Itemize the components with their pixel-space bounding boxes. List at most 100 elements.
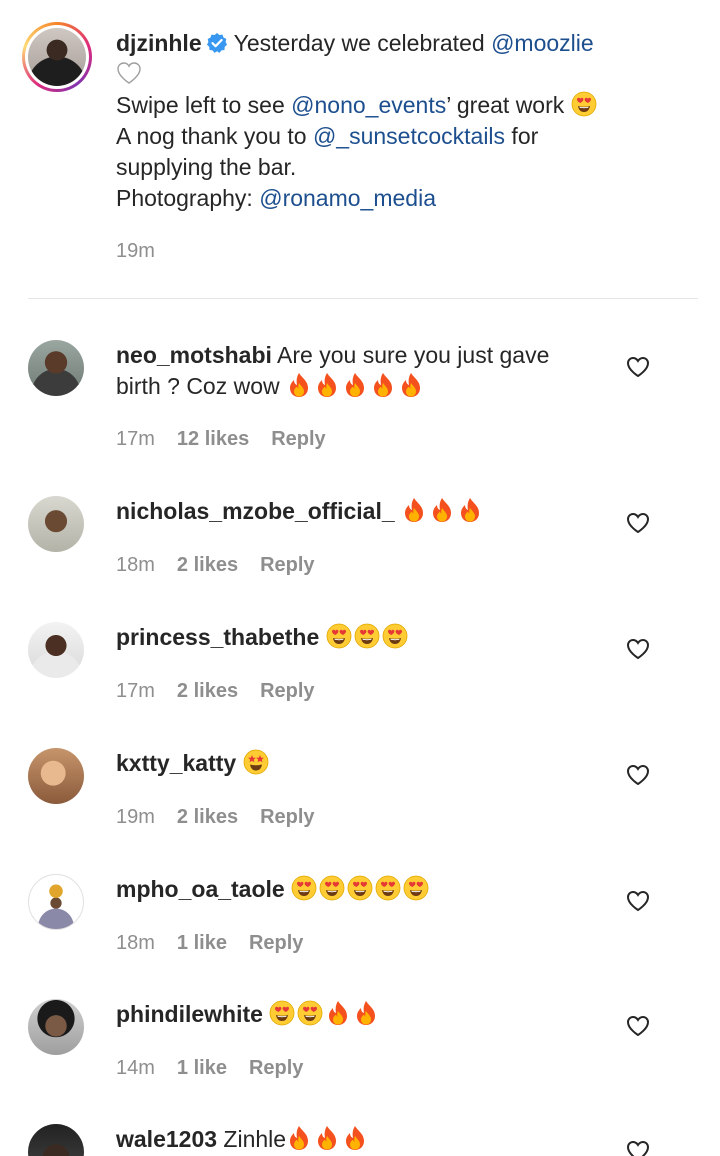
comment-username[interactable]: phindilewhite [116,1001,263,1027]
comment-meta: 18m 1 like Reply [116,932,325,955]
comment-text: phindilewhite [116,999,606,1030]
reply-button[interactable]: Reply [271,428,325,450]
comment-username[interactable]: princess_thabethe [116,624,319,650]
heart-eyes-emoji [319,875,345,901]
avatar[interactable] [28,496,84,552]
avatar[interactable] [28,1124,84,1156]
caption-text: djzinhle Yesterday we celebrated @moozlie… [116,28,696,214]
comment-timestamp: 18m [116,932,155,954]
heart-eyes-emoji [269,1000,295,1026]
avatar[interactable] [28,340,84,396]
fire-emoji [314,1125,340,1151]
caption-line3-post: for [505,123,539,149]
comment-timestamp: 17m [116,428,155,450]
reply-button[interactable]: Reply [260,554,314,576]
like-heart-icon[interactable] [626,1015,650,1037]
like-heart-icon[interactable] [626,356,650,378]
comment-username[interactable]: nicholas_mzobe_official_ [116,498,395,524]
fire-emoji [325,1000,351,1026]
like-heart-icon[interactable] [626,512,650,534]
comment-item: wale1203 Zinhle [0,1124,720,1156]
heart-eyes-emoji [375,875,401,901]
comment-text: nicholas_mzobe_official_ [116,496,606,527]
caption-line2-pre: Swipe left to see [116,92,292,118]
heart-eyes-emoji [354,623,380,649]
comment-text: kxtty_katty [116,748,606,779]
heart-eyes-emoji [297,1000,323,1026]
like-heart-icon[interactable] [626,1140,650,1156]
comment-username[interactable]: kxtty_katty [116,750,236,776]
comment-timestamp: 19m [116,806,155,828]
fire-emoji [314,372,340,398]
comment-meta: 19m 2 likes Reply [116,806,337,829]
mention-ronamo-media[interactable]: @ronamo_media [259,185,436,211]
caption-line5-pre: Photography: [116,185,260,211]
fire-emoji [286,1125,312,1151]
heart-eyes-emoji [382,623,408,649]
verified-badge-icon [206,33,227,53]
mention-sunsetcocktails[interactable]: @_sunsetcocktails [313,123,505,149]
fire-emoji [429,497,455,523]
like-count[interactable]: 2 likes [177,554,238,576]
like-count[interactable]: 1 like [177,1057,227,1079]
comment-timestamp: 17m [116,680,155,702]
caption-line3-pre: A nog thank you to [116,123,313,149]
comment-text: princess_thabethe [116,622,606,653]
comment-text: neo_motshabi Are you sure you just gave … [116,340,606,402]
comment-timestamp: 14m [116,1057,155,1079]
author-username[interactable]: djzinhle [116,30,202,56]
fire-emoji [286,372,312,398]
mention-moozlie[interactable]: @moozlie [491,30,594,56]
like-count[interactable]: 12 likes [177,428,249,450]
reply-button[interactable]: Reply [249,1057,303,1079]
post-caption: djzinhle Yesterday we celebrated @moozlie… [0,0,720,300]
fire-emoji [353,1000,379,1026]
fire-emoji [370,372,396,398]
comment-meta: 18m 2 likes Reply [116,554,337,577]
comment-body: Are you sure you just gave [277,342,550,368]
star-struck-emoji [243,749,269,775]
caption-line2-post: ’ great work [446,92,571,118]
like-heart-icon[interactable] [626,764,650,786]
comment-username[interactable]: wale1203 [116,1126,217,1152]
heart-eyes-emoji [347,875,373,901]
avatar[interactable] [28,748,84,804]
comment-body: Zinhle [223,1126,287,1152]
like-heart-icon[interactable] [626,638,650,660]
fire-emoji [398,372,424,398]
avatar[interactable] [28,999,84,1055]
avatar[interactable] [28,874,84,930]
comment-body-2: birth ? Coz wow [116,373,280,399]
like-count[interactable]: 2 likes [177,806,238,828]
heart-eyes-emoji [291,875,317,901]
like-heart-icon[interactable] [626,890,650,912]
caption-timestamp: 19m [116,240,155,262]
fire-emoji [401,497,427,523]
comment-username[interactable]: mpho_oa_taole [116,876,285,902]
fire-emoji [342,372,368,398]
like-count[interactable]: 1 like [177,932,227,954]
heart-eyes-emoji [571,91,597,117]
comment-timestamp: 18m [116,554,155,576]
fire-emoji [342,1125,368,1151]
like-count[interactable]: 2 likes [177,680,238,702]
caption-line4: supplying the bar. [116,154,297,180]
reply-button[interactable]: Reply [249,932,303,954]
heart-eyes-emoji [326,623,352,649]
comment-meta: 14m 1 like Reply [116,1057,325,1080]
fire-emoji [457,497,483,523]
comment-text: wale1203 Zinhle [116,1124,606,1155]
divider [28,298,698,299]
author-avatar[interactable] [22,22,92,92]
white-heart-emoji [116,60,142,86]
heart-eyes-emoji [403,875,429,901]
mention-nono-events[interactable]: @nono_events [291,92,446,118]
comment-meta: 17m 2 likes Reply [116,680,337,703]
caption-line1: Yesterday we celebrated [233,30,492,56]
avatar[interactable] [28,622,84,678]
reply-button[interactable]: Reply [260,806,314,828]
comment-meta: 17m 12 likes Reply [116,428,348,451]
reply-button[interactable]: Reply [260,680,314,702]
comment-text: mpho_oa_taole [116,874,606,905]
comment-username[interactable]: neo_motshabi [116,342,272,368]
